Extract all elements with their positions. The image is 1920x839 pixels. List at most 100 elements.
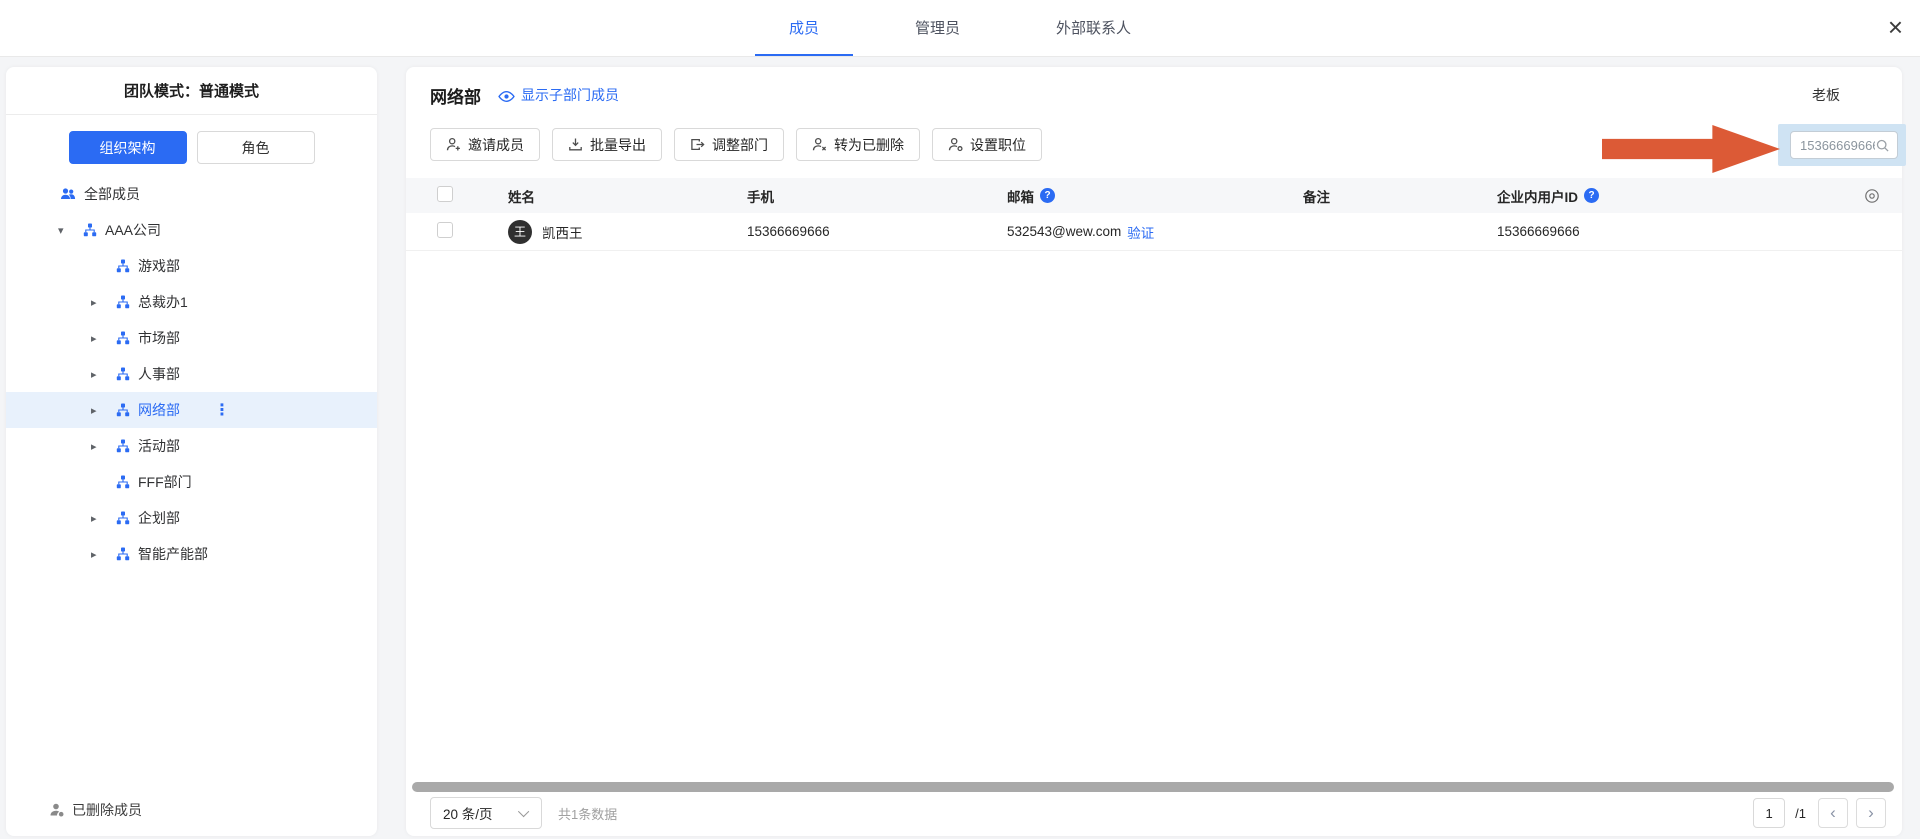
eye-icon [498,88,515,105]
tree-item-network-dept[interactable]: ▸ 网络部 ⋮ [6,392,377,428]
caret-right-icon[interactable]: ▸ [91,440,116,453]
header-name: 姓名 [508,186,747,206]
caret-right-icon[interactable]: ▸ [91,332,116,345]
next-page-button[interactable]: › [1856,798,1886,828]
invite-member-label: 邀请成员 [468,135,524,155]
page-total-label: /1 [1795,806,1806,821]
adjust-department-button[interactable]: 调整部门 [674,128,784,161]
mode-switch: 组织架构 角色 [6,131,377,164]
tree-item-label: 智能产能部 [138,544,208,564]
app-window: 成员 管理员 外部联系人 × 团队模式：普通模式 组织架构 角色 全部成员 ▾ [0,0,1920,839]
tree-item-label: 人事部 [138,364,180,384]
tree-item-label: 网络部 [138,400,180,420]
member-phone: 15366669666 [747,224,1007,239]
page-size-value: 20 条/页 [443,803,493,823]
members-table: 姓名 手机 邮箱 ? 备注 企业内用户ID ? [406,178,1902,251]
search-box [1790,131,1898,159]
deleted-members-label: 已删除成员 [72,800,142,820]
kebab-menu-icon[interactable]: ⋮ [214,400,230,420]
org-icon [116,475,130,489]
batch-export-button[interactable]: 批量导出 [552,128,662,161]
caret-right-icon[interactable]: ▸ [91,368,116,381]
org-icon [116,295,130,309]
tree-item-games-dept[interactable]: 游戏部 [6,248,377,284]
topbar: 成员 管理员 外部联系人 × [0,0,1920,57]
select-all-checkbox[interactable] [437,186,453,202]
tree-item-label: FFF部门 [138,472,192,492]
tab-external-contacts[interactable]: 外部联系人 [1022,0,1165,56]
show-sub-members-link[interactable]: 显示子部门成员 [521,85,619,105]
deleted-members-item[interactable]: 已删除成员 [6,794,377,826]
tree-item-label: 企划部 [138,508,180,528]
member-email: 532543@wew.com [1007,224,1121,239]
org-icon [116,511,130,525]
set-position-button[interactable]: 设置职位 [932,128,1042,161]
header-user-id: 企业内用户ID [1497,186,1578,206]
people-icon [60,186,76,202]
prev-page-button[interactable]: ‹ [1818,798,1848,828]
move-to-deleted-label: 转为已删除 [834,135,904,155]
tree-item-fff-dept[interactable]: FFF部门 [6,464,377,500]
pagination-bar: 20 条/页 共1条数据 /1 ‹ › [430,796,1886,830]
caret-right-icon[interactable]: ▸ [91,512,116,525]
search-input[interactable] [1791,138,1875,153]
table-header-row: 姓名 手机 邮箱 ? 备注 企业内用户ID ? [406,178,1902,213]
tree-item-smart-capacity-dept[interactable]: ▸ 智能产能部 [6,536,377,572]
close-icon[interactable]: × [1888,12,1903,42]
pager: /1 ‹ › [1753,798,1886,828]
owner-label: 老板 [1812,85,1878,105]
tab-members[interactable]: 成员 [755,0,853,56]
divider [6,114,377,115]
caret-right-icon[interactable]: ▸ [91,548,116,561]
header-phone: 手机 [747,186,1007,206]
invite-member-button[interactable]: 邀请成员 [430,128,540,161]
org-icon [116,547,130,561]
table-row[interactable]: 王 凯西王 15366669666 532543@wew.com 验证 1536… [406,213,1902,251]
org-icon [116,331,130,345]
caret-right-icon[interactable]: ▸ [91,404,116,417]
chevron-down-icon [518,806,529,817]
tree-item-label: AAA公司 [105,220,161,240]
batch-export-label: 批量导出 [590,135,646,155]
caret-down-icon[interactable]: ▾ [58,224,83,237]
org-icon [116,439,130,453]
caret-right-icon[interactable]: ▸ [91,296,116,309]
tab-bar: 成员 管理员 外部联系人 [0,0,1920,56]
org-structure-button[interactable]: 组织架构 [69,131,187,164]
roles-button[interactable]: 角色 [197,131,315,164]
tree-item-label: 市场部 [138,328,180,348]
org-icon [116,403,130,417]
column-settings-icon[interactable] [1864,188,1880,204]
email-help-icon[interactable]: ? [1040,188,1055,203]
tree-item-label: 总裁办1 [138,292,188,312]
org-icon [83,223,97,237]
page-number-input[interactable] [1753,798,1785,828]
tree-item-aaa-company[interactable]: ▾ AAA公司 [6,212,377,248]
tab-admins[interactable]: 管理员 [881,0,994,56]
verify-email-link[interactable]: 验证 [1127,222,1154,242]
tree-item-all-members[interactable]: 全部成员 [6,176,377,212]
move-to-deleted-button[interactable]: 转为已删除 [796,128,920,161]
person-deleted-icon [49,802,65,818]
page-size-select[interactable]: 20 条/页 [430,797,542,829]
team-mode-title: 团队模式：普通模式 [6,67,377,114]
tree-item-marketing-dept[interactable]: ▸ 市场部 [6,320,377,356]
tree-item-hr-dept[interactable]: ▸ 人事部 [6,356,377,392]
header-email: 邮箱 [1007,186,1034,206]
search-icon[interactable] [1875,138,1890,153]
header-note: 备注 [1303,186,1497,206]
tree-item-activity-dept[interactable]: ▸ 活动部 [6,428,377,464]
member-user-id: 15366669666 [1497,224,1858,239]
tree-item-ceo-office[interactable]: ▸ 总裁办1 [6,284,377,320]
tree-item-planning-dept[interactable]: ▸ 企划部 [6,500,377,536]
row-checkbox[interactable] [437,222,453,238]
org-icon [116,367,130,381]
sidebar: 团队模式：普通模式 组织架构 角色 全部成员 ▾ AAA公司 [6,67,377,836]
total-count-label: 共1条数据 [558,804,617,823]
department-title: 网络部 [430,83,481,108]
org-icon [116,259,130,273]
tree-item-label: 全部成员 [84,184,140,204]
horizontal-scrollbar[interactable] [412,782,1894,792]
user-id-help-icon[interactable]: ? [1584,188,1599,203]
avatar: 王 [508,220,532,244]
